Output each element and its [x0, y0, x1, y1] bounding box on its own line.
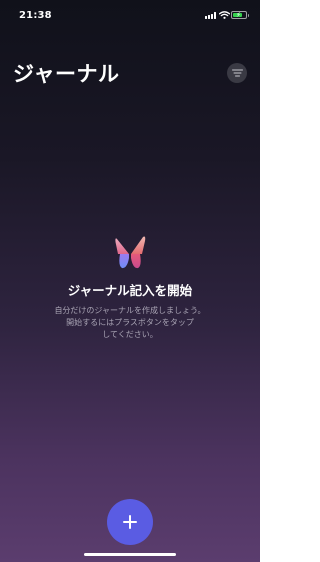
page-title: ジャーナル — [13, 62, 120, 86]
status-bar: 21:38 ⚡ — [0, 0, 260, 30]
home-indicator[interactable] — [84, 553, 176, 556]
journal-butterfly-icon — [115, 236, 146, 269]
cellular-signal-icon — [205, 12, 217, 19]
journal-screen: 21:38 ⚡ ジャーナル ジャーナル記入を開始 自分だけのジャーナルを作成しま… — [0, 0, 260, 562]
battery-charging-icon: ⚡ — [231, 11, 249, 19]
filter-lines-icon — [231, 69, 243, 77]
empty-state-description: 自分だけのジャーナルを作成しましょう。 開始するにはプラスボタンをタップ してく… — [54, 306, 206, 339]
empty-state: ジャーナル記入を開始 自分だけのジャーナルを作成しましょう。 開始するにはプラス… — [0, 234, 260, 341]
add-entry-button[interactable] — [107, 499, 153, 545]
status-time: 21:38 — [19, 10, 52, 21]
filter-button[interactable] — [227, 63, 247, 83]
plus-icon — [123, 515, 137, 529]
empty-state-title: ジャーナル記入を開始 — [67, 283, 193, 298]
wifi-icon — [219, 11, 230, 19]
